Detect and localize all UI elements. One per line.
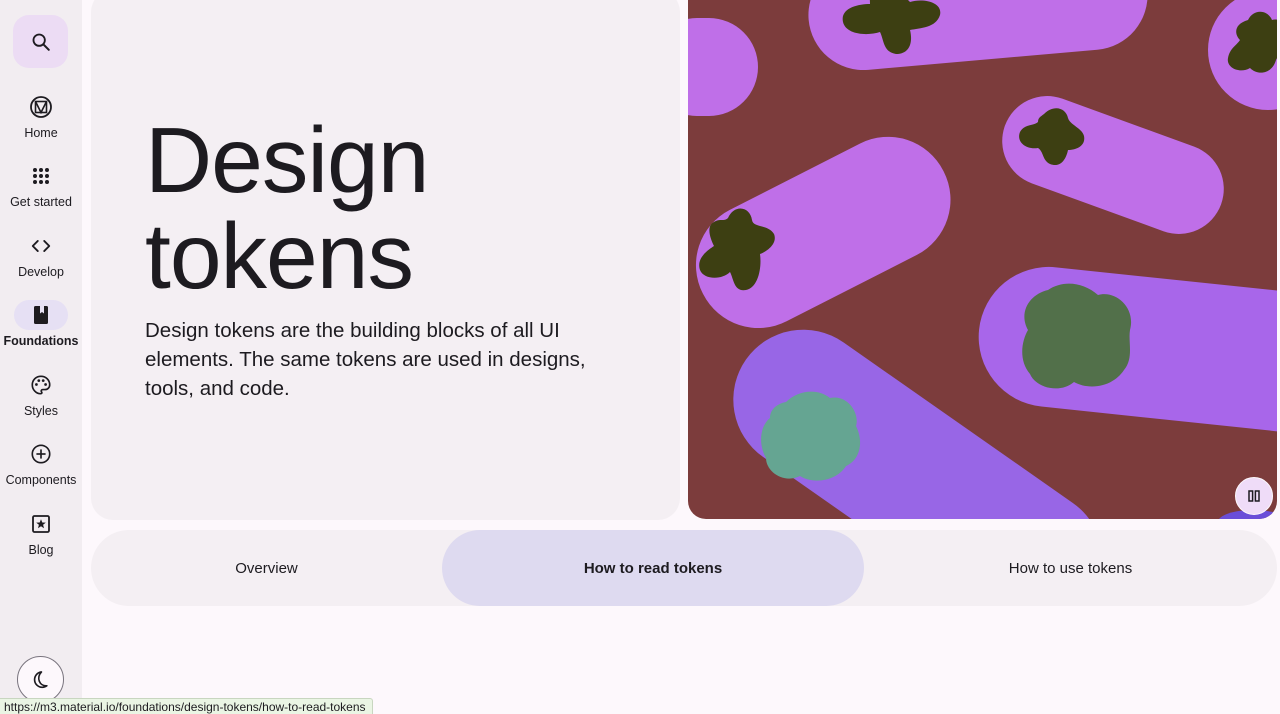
tab-label: How to use tokens [1008, 559, 1133, 577]
tab-label: How to read tokens [583, 559, 723, 577]
page-title-line-1: Design [145, 108, 429, 212]
book-icon [34, 306, 48, 324]
theme-toggle-button[interactable] [17, 656, 64, 703]
pause-icon [1248, 490, 1260, 502]
navigation-rail: Home Get started Develop Foundations Sty… [0, 0, 82, 714]
nav-item-styles[interactable]: Styles [0, 370, 82, 434]
nav-pill-blog [14, 509, 68, 539]
pill-shape [688, 18, 758, 116]
star-box-icon [32, 515, 50, 533]
code-icon [31, 240, 51, 252]
nav-item-blog[interactable]: Blog [0, 509, 82, 573]
nav-item-develop[interactable]: Develop [0, 231, 82, 295]
search-icon [32, 33, 50, 51]
tab-label: Overview [235, 559, 298, 577]
abstract-shapes-graphic [688, 0, 1277, 519]
nav-pill-styles [14, 370, 68, 400]
nav-label-develop: Develop [18, 265, 64, 279]
search-button[interactable] [13, 15, 68, 68]
page-tabs: Overview How to read tokens How to use t… [91, 530, 1277, 606]
tab-how-to-use-tokens[interactable]: How to use tokens [864, 530, 1277, 606]
blob-shape [1022, 283, 1132, 389]
nav-item-foundations[interactable]: Foundations [0, 300, 82, 364]
apps-grid-icon [33, 168, 49, 184]
page-title-line-2: tokens [145, 204, 414, 308]
link-status-bar: https://m3.material.io/foundations/desig… [0, 698, 373, 714]
hero-description: Design tokens are the building blocks of… [145, 319, 586, 400]
material-logo-icon [30, 96, 52, 118]
nav-label-foundations: Foundations [3, 334, 79, 348]
nav-pill-foundations [14, 300, 68, 330]
add-circle-icon [31, 444, 51, 464]
moon-icon [33, 670, 48, 688]
nav-label-get-started: Get started [10, 195, 72, 209]
nav-label-blog: Blog [28, 543, 54, 557]
nav-label-home: Home [24, 126, 58, 140]
page-title: Design tokens [145, 112, 565, 304]
tab-how-to-read-tokens[interactable]: How to read tokens [442, 530, 864, 606]
tab-overview[interactable]: Overview [91, 530, 442, 606]
nav-item-get-started[interactable]: Get started [0, 161, 82, 225]
nav-pill-home [14, 92, 68, 122]
palette-icon [31, 375, 51, 395]
nav-label-styles: Styles [23, 404, 59, 418]
nav-pill-components [14, 439, 68, 469]
nav-pill-develop [14, 231, 68, 261]
nav-item-home[interactable]: Home [0, 92, 82, 156]
nav-label-components: Components [5, 473, 77, 487]
nav-pill-get-started [14, 161, 68, 191]
hero-illustration [688, 0, 1277, 519]
pill-shape [1002, 96, 1224, 234]
pause-animation-button[interactable] [1235, 477, 1273, 515]
nav-item-components[interactable]: Components [0, 439, 82, 503]
